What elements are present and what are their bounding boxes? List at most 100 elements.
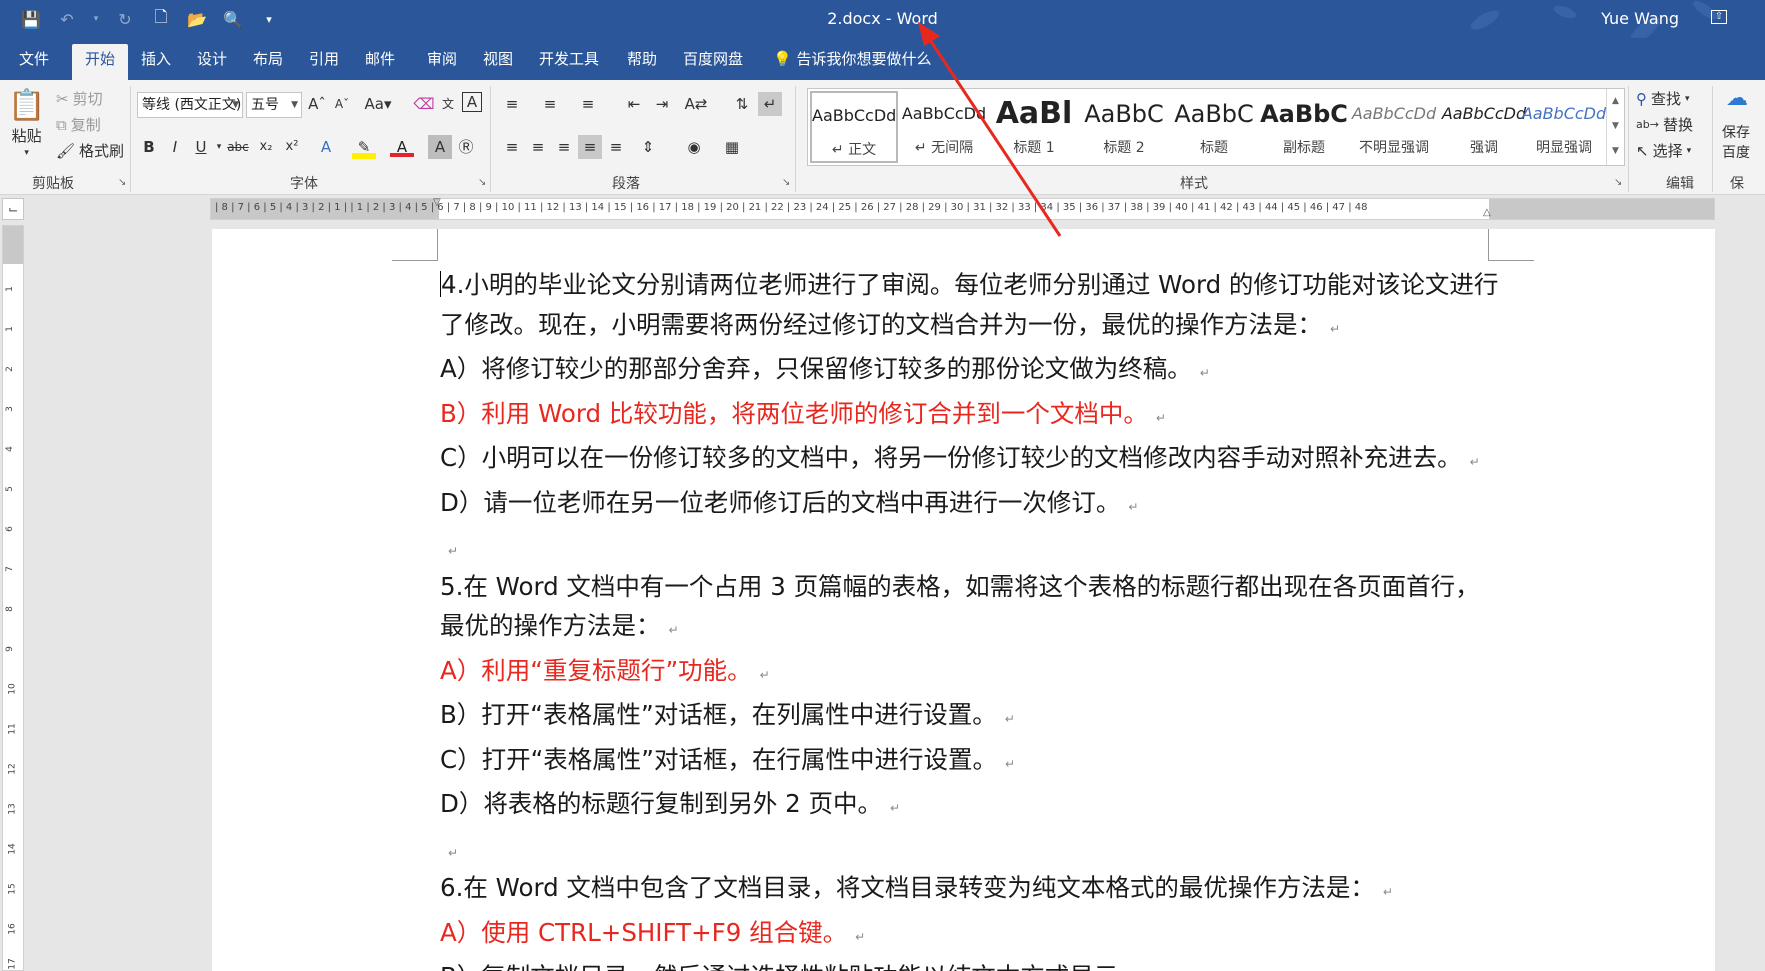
- gallery-scrollbar[interactable]: ▲ ▼ ▼: [1606, 89, 1624, 165]
- cut-button[interactable]: ✂ 剪切: [56, 88, 103, 109]
- phonetic-guide-icon[interactable]: 文: [436, 92, 460, 116]
- font-launcher-icon[interactable]: ↘: [478, 177, 486, 188]
- style-intense-emphasis[interactable]: AaBbCcDd 明显强调: [1520, 91, 1608, 163]
- tab-mailings[interactable]: 邮件: [352, 44, 408, 80]
- document-body[interactable]: 4.小明的毕业论文分别请两位老师进行了审阅。每位老师分别通过 Word 的修订功…: [440, 265, 1500, 971]
- clear-formatting-icon[interactable]: ⌫: [412, 92, 436, 116]
- shrink-font-icon[interactable]: Aˇ: [330, 92, 354, 116]
- style-emphasis[interactable]: AaBbCcDd 强调: [1440, 91, 1528, 163]
- distributed-icon[interactable]: ≡: [604, 135, 628, 159]
- document-paragraph[interactable]: A）将修订较少的那部分舍弃，只保留修订较多的那份论文做为终稿。 ↵: [440, 349, 1500, 394]
- tab-insert[interactable]: 插入: [128, 44, 184, 80]
- line-spacing-icon[interactable]: ⇕: [636, 135, 660, 159]
- italic-icon[interactable]: I: [163, 135, 187, 159]
- tab-home[interactable]: 开始: [72, 44, 129, 80]
- paragraph-launcher-icon[interactable]: ↘: [782, 177, 790, 188]
- align-center-icon[interactable]: ≡: [526, 135, 550, 159]
- show-formatting-marks-icon[interactable]: ↵: [758, 92, 782, 116]
- align-left-icon[interactable]: ≡: [500, 135, 524, 159]
- right-indent-marker[interactable]: △: [1483, 207, 1491, 218]
- style-no-spacing[interactable]: AaBbCcDd ↵ 无间隔: [900, 91, 988, 163]
- gallery-more-icon[interactable]: ▼: [1607, 139, 1624, 164]
- empty-paragraph[interactable]: ↵: [440, 527, 1500, 567]
- user-name[interactable]: Yue Wang: [1601, 9, 1679, 28]
- character-border-icon[interactable]: A: [462, 92, 482, 112]
- style-title[interactable]: AaBbC 标题: [1170, 91, 1258, 163]
- asian-layout-icon[interactable]: A⇄: [684, 92, 708, 116]
- horizontal-ruler[interactable]: | 8 | 7 | 6 | 5 | 4 | 3 | 2 | 1 | | 1 | …: [210, 197, 1715, 220]
- vertical-ruler[interactable]: 1 1 2 3 4 5 6 7 8 9 10 11 12 13 14 15 16…: [2, 225, 24, 971]
- save-to-baidu-label-2[interactable]: 百度: [1722, 142, 1750, 162]
- document-paragraph[interactable]: C）打开“表格属性”对话框，在行属性中进行设置。 ↵: [440, 740, 1500, 785]
- styles-launcher-icon[interactable]: ↘: [1614, 177, 1622, 188]
- tab-review[interactable]: 审阅: [414, 44, 470, 80]
- justify-icon[interactable]: ≡: [578, 135, 602, 159]
- grow-font-icon[interactable]: Aˆ: [305, 92, 329, 116]
- numbering-icon[interactable]: ≡: [538, 92, 562, 116]
- style-subtitle[interactable]: AaBbC 副标题: [1260, 91, 1348, 163]
- tab-developer[interactable]: 开发工具: [526, 44, 612, 80]
- bullets-icon[interactable]: ≡: [500, 92, 524, 116]
- document-paragraph[interactable]: D）请一位老师在另一位老师修订后的文档中再进行一次修订。 ↵: [440, 483, 1500, 528]
- style-heading-1[interactable]: AaBl 标题 1: [990, 91, 1078, 163]
- empty-paragraph[interactable]: ↵: [440, 829, 1500, 869]
- tab-baidu-netdisk[interactable]: 百度网盘: [670, 44, 756, 80]
- borders-icon[interactable]: ▦: [720, 135, 744, 159]
- document-page[interactable]: 4.小明的毕业论文分别请两位老师进行了审阅。每位老师分别通过 Word 的修订功…: [212, 229, 1715, 971]
- copy-button[interactable]: ⧉ 复制: [56, 114, 101, 135]
- document-paragraph[interactable]: 6.在 Word 文档中包含了文档目录，将文档目录转变为纯文本格式的最优操作方法…: [440, 868, 1500, 913]
- change-case-icon[interactable]: Aa▾: [362, 92, 394, 116]
- decrease-indent-icon[interactable]: ⇤: [622, 92, 646, 116]
- clipboard-launcher-icon[interactable]: ↘: [118, 177, 126, 188]
- save-to-baidu-label-1[interactable]: 保存: [1722, 122, 1750, 142]
- document-paragraph[interactable]: 4.小明的毕业论文分别请两位老师进行了审阅。每位老师分别通过 Word 的修订功…: [440, 265, 1500, 349]
- document-paragraph[interactable]: B）打开“表格属性”对话框，在列属性中进行设置。 ↵: [440, 695, 1500, 740]
- document-paragraph[interactable]: A）使用 CTRL+SHIFT+F9 组合键。 ↵: [440, 913, 1500, 958]
- paste-button[interactable]: 📋 粘贴 ▾: [8, 88, 45, 158]
- tab-file[interactable]: 文件: [6, 44, 62, 80]
- tab-help[interactable]: 帮助: [614, 44, 670, 80]
- tell-me-box[interactable]: 💡 告诉我你想要做什么: [760, 44, 944, 80]
- align-right-icon[interactable]: ≡: [552, 135, 576, 159]
- format-painter-button[interactable]: 🖌 格式刷: [56, 140, 124, 161]
- increase-indent-icon[interactable]: ⇥: [650, 92, 674, 116]
- style-heading-2[interactable]: AaBbC 标题 2: [1080, 91, 1168, 163]
- font-size-combo[interactable]: 五号 ▼: [246, 92, 302, 118]
- document-paragraph[interactable]: D）将表格的标题行复制到另外 2 页中。 ↵: [440, 784, 1500, 829]
- ruler-vnum: 15: [7, 883, 18, 895]
- document-paragraph[interactable]: B）利用 Word 比较功能，将两位老师的修订合并到一个文档中。 ↵: [440, 394, 1500, 439]
- character-shading-icon[interactable]: A: [428, 135, 452, 159]
- tab-layout[interactable]: 布局: [240, 44, 296, 80]
- replace-button[interactable]: ab→ 替换: [1636, 114, 1693, 135]
- highlight-icon[interactable]: ✎: [352, 135, 376, 159]
- text-effects-icon[interactable]: A: [314, 135, 338, 159]
- baidu-cloud-icon[interactable]: ☁: [1726, 86, 1748, 111]
- scroll-up-icon[interactable]: ▲: [1607, 89, 1624, 114]
- font-name-combo[interactable]: 等线 (西文正文) ▼: [137, 92, 243, 118]
- tab-view[interactable]: 视图: [470, 44, 526, 80]
- first-line-indent-marker[interactable]: ▽: [433, 197, 441, 208]
- document-paragraph[interactable]: 5.在 Word 文档中有一个占用 3 页篇幅的表格，如需将这个表格的标题行都出…: [440, 567, 1500, 651]
- shading-icon[interactable]: ◉: [682, 135, 706, 159]
- ribbon-display-options-icon[interactable]: ⇧: [1711, 10, 1727, 24]
- style-normal[interactable]: AaBbCcDd ↵ 正文: [810, 91, 898, 163]
- document-paragraph[interactable]: B）复制文档目录，然后通过选择性粘贴功能以纯文本方式显示。↵: [440, 957, 1500, 971]
- sort-icon[interactable]: ⇅: [730, 92, 754, 116]
- bold-icon[interactable]: B: [137, 135, 161, 159]
- strikethrough-icon[interactable]: abc: [226, 135, 250, 159]
- subscript-icon[interactable]: x₂: [254, 135, 278, 159]
- style-subtle-emphasis[interactable]: AaBbCcDd 不明显强调: [1350, 91, 1438, 163]
- document-paragraph[interactable]: C）小明可以在一份修订较多的文档中，将另一份修订较少的文档修改内容手动对照补充进…: [440, 438, 1500, 483]
- multilevel-list-icon[interactable]: ≡: [576, 92, 600, 116]
- tab-selector[interactable]: ⌙: [2, 198, 24, 220]
- select-button[interactable]: ↖ 选择 ▾: [1636, 140, 1691, 161]
- group-divider: [1712, 86, 1713, 192]
- tab-design[interactable]: 设计: [184, 44, 240, 80]
- superscript-icon[interactable]: x²: [280, 135, 304, 159]
- tab-references[interactable]: 引用: [296, 44, 352, 80]
- font-color-icon[interactable]: A: [390, 135, 414, 157]
- document-paragraph[interactable]: A）利用“重复标题行”功能。 ↵: [440, 651, 1500, 696]
- scroll-down-icon[interactable]: ▼: [1607, 114, 1624, 139]
- find-button[interactable]: ⚲ 查找 ▾: [1636, 88, 1690, 109]
- enclose-characters-icon[interactable]: Ⓡ: [454, 135, 478, 159]
